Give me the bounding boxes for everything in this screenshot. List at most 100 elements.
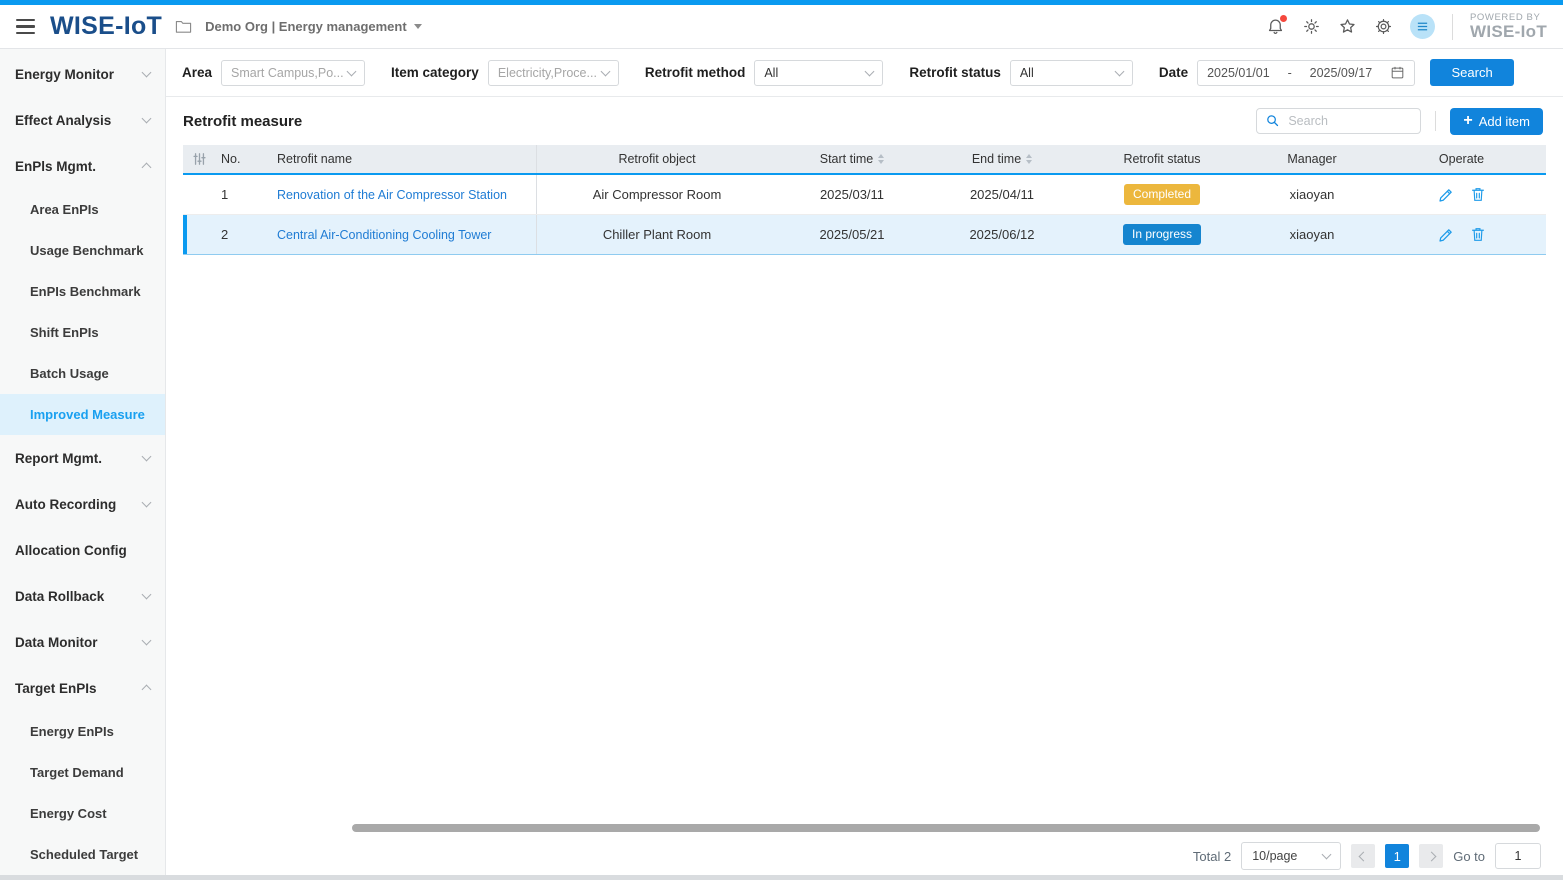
column-header-label: Manager [1287,152,1336,166]
row-number-value: 1 [221,187,228,202]
area-label: Area [182,65,212,80]
manager-cell: xiaoyan [1247,175,1377,214]
folder-icon [175,19,192,34]
sidebar-item-batch-usage[interactable]: Batch Usage [0,353,165,394]
status-badge: In progress [1123,224,1201,244]
column-header-label: Operate [1439,152,1484,166]
goto-page-input[interactable] [1495,843,1541,869]
sidebar-item-allocation-config[interactable]: Allocation Config [0,527,165,573]
row-number: 1 [215,175,275,214]
date-range-input[interactable]: 2025/01/01 - 2025/09/17 [1197,60,1415,86]
notifications-bell-icon[interactable] [1266,17,1285,36]
retrofit-name-cell: Central Air-Conditioning Cooling Tower [275,215,537,254]
powered-by-brand: WISE-IoT [1470,23,1547,41]
chevron-down-icon [142,114,152,124]
sidebar-item-effect-analysis[interactable]: Effect Analysis [0,97,165,143]
powered-by-badge: POWERED BY WISE-IoT [1470,13,1547,41]
date-start-value: 2025/01/01 [1207,66,1270,80]
date-end-value: 2025/09/17 [1310,66,1373,80]
favorite-star-icon[interactable] [1338,17,1357,36]
topbar-divider [1452,14,1453,40]
retrofit-name-link[interactable]: Central Air-Conditioning Cooling Tower [277,228,491,242]
date-separator: - [1288,66,1292,80]
search-input[interactable] [1256,108,1421,134]
prev-page-button[interactable] [1351,844,1375,868]
sort-icon[interactable] [878,154,884,164]
user-avatar[interactable] [1410,14,1435,39]
table-body: 1 Renovation of the Air Compressor Statio… [183,175,1546,255]
column-header-start-time[interactable]: Start time [777,145,927,173]
sidebar-item-data-monitor[interactable]: Data Monitor [0,619,165,665]
sidebar-item-energy-enpis[interactable]: Energy EnPIs [0,711,165,752]
row-gutter [183,215,215,254]
sidebar-item-enpls-mgmt[interactable]: EnPls Mgmt. [0,143,165,189]
sidebar-subitem-label: Usage Benchmark [30,243,143,258]
empty-area [166,255,1563,823]
column-header-end-time[interactable]: End time [927,145,1077,173]
current-page-button[interactable]: 1 [1385,844,1409,868]
sidebar-item-improved-measure[interactable]: Improved Measure [0,394,165,435]
horizontal-scrollbar-thumb[interactable] [352,824,1540,832]
edit-icon[interactable] [1438,186,1455,203]
sidebar-item-label: Report Mgmt. [15,451,102,466]
breadcrumb[interactable]: Demo Org | Energy management [205,19,422,34]
sidebar-item-report-mgmt[interactable]: Report Mgmt. [0,435,165,481]
next-page-button[interactable] [1419,844,1443,868]
column-header-label: Retrofit status [1123,152,1200,166]
operate-cell [1377,215,1546,254]
area-select[interactable]: Smart Campus,Po... [221,60,365,86]
retrofit-object-value: Chiller Plant Room [603,227,711,242]
column-header-label: Retrofit name [277,152,352,166]
retrofit-status-select[interactable]: All [1010,60,1133,86]
retrofit-name-cell: Renovation of the Air Compressor Station [275,175,537,214]
sidebar-item-area-enpis[interactable]: Area EnPIs [0,189,165,230]
sidebar-item-enpis-benchmark[interactable]: EnPIs Benchmark [0,271,165,312]
start-time-value: 2025/05/21 [819,227,884,242]
sidebar-item-label: Allocation Config [15,543,127,558]
sidebar-subitem-label: Batch Usage [30,366,109,381]
search-button[interactable]: Search [1430,59,1514,86]
sidebar-item-data-rollback[interactable]: Data Rollback [0,573,165,619]
search-icon [1265,113,1280,128]
per-page-select[interactable]: 10/page [1241,842,1341,870]
settings-gear-icon[interactable] [1374,17,1393,36]
add-item-button[interactable]: + Add item [1450,108,1543,135]
sidebar: Energy MonitorEffect AnalysisEnPls Mgmt.… [0,49,166,879]
chevron-down-icon [142,68,152,78]
sidebar-item-usage-benchmark[interactable]: Usage Benchmark [0,230,165,271]
sidebar-item-scheduled-target[interactable]: Scheduled Target [0,834,165,875]
sort-icon[interactable] [1026,154,1032,164]
sidebar-item-target-enpis[interactable]: Target EnPIs [0,665,165,711]
table-row[interactable]: 2Central Air-Conditioning Cooling TowerC… [183,215,1546,255]
menu-icon[interactable] [16,19,35,35]
end-time-value: 2025/06/12 [969,227,1034,242]
retrofit-name-link[interactable]: Renovation of the Air Compressor Station [277,188,507,202]
sidebar-item-auto-recording[interactable]: Auto Recording [0,481,165,527]
sidebar-subitem-label: Scheduled Target [30,847,138,862]
add-item-label: Add item [1479,114,1530,129]
sidebar-item-energy-cost[interactable]: Energy Cost [0,793,165,834]
sidebar-item-label: Data Monitor [15,635,98,650]
manager-value: xiaoyan [1290,187,1335,202]
chevron-down-icon [1114,66,1124,76]
page-title: Retrofit measure [183,113,1256,130]
chevron-down-icon [142,590,152,600]
chevron-right-icon [1426,851,1436,861]
sidebar-item-target-demand[interactable]: Target Demand [0,752,165,793]
sidebar-item-shift-enpis[interactable]: Shift EnPIs [0,312,165,353]
retrofit-object-cell: Air Compressor Room [537,175,777,214]
filter-columns-icon[interactable] [183,145,215,173]
brightness-icon[interactable] [1302,17,1321,36]
end-time-cell: 2025/06/12 [927,215,1077,254]
selected-row-accent [183,215,187,254]
delete-icon[interactable] [1470,226,1486,243]
sidebar-item-energy-monitor[interactable]: Energy Monitor [0,51,165,97]
item-category-select[interactable]: Electricity,Proce... [488,60,619,86]
edit-icon[interactable] [1438,226,1455,243]
caret-down-icon [414,24,422,29]
retrofit-method-select[interactable]: All [754,60,883,86]
end-time-cell: 2025/04/11 [927,175,1077,214]
delete-icon[interactable] [1470,186,1486,203]
column-header-no: No. [215,145,275,173]
table-row[interactable]: 1 Renovation of the Air Compressor Statio… [183,175,1546,215]
